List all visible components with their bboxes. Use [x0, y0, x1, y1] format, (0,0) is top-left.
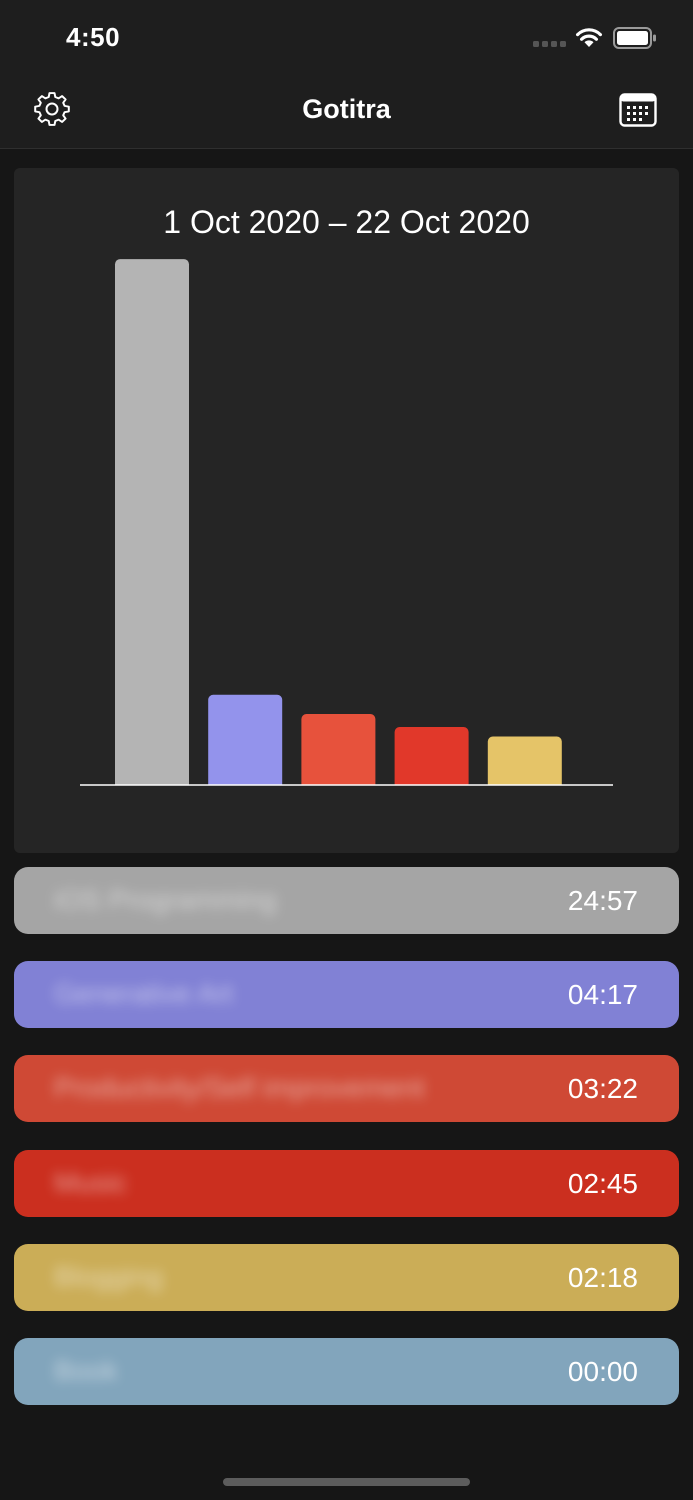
category-time: 02:45	[567, 1168, 638, 1199]
category-time: 04:17	[567, 979, 638, 1010]
app-title: Gotitra	[302, 94, 391, 124]
category-name: Music	[54, 1167, 128, 1198]
category-name: Blogging	[54, 1261, 163, 1292]
wifi-icon	[576, 28, 602, 47]
chart-bar	[115, 259, 189, 790]
category-time: 24:57	[567, 885, 638, 916]
home-indicator	[223, 1478, 470, 1486]
battery-icon	[613, 27, 656, 49]
chart-card: 1 Oct 2020 – 22 Oct 2020	[14, 168, 679, 853]
category-row[interactable]: Music 02:45	[14, 1150, 679, 1217]
category-time: 00:00	[567, 1356, 638, 1387]
calendar-button[interactable]	[619, 93, 657, 127]
signal-icon	[533, 41, 566, 47]
category-time: 03:22	[567, 1073, 638, 1104]
navigation-bar: Gotitra	[0, 80, 693, 149]
chart-bar	[394, 727, 469, 789]
calendar-icon	[619, 93, 657, 127]
category-row[interactable]: Generative Art 04:17	[14, 961, 679, 1028]
category-time: 02:18	[567, 1262, 638, 1293]
category-row[interactable]: Book 00:00	[14, 1338, 679, 1405]
baseline-mask	[74, 785, 634, 793]
category-name: Book	[54, 1355, 118, 1386]
category-name: Productivity/Self improvement	[54, 1072, 425, 1103]
category-row[interactable]: iOS Programming 24:57	[14, 867, 679, 934]
category-row[interactable]: Productivity/Self improvement 03:22	[14, 1055, 679, 1122]
category-name: Generative Art	[54, 978, 233, 1009]
bar-chart	[74, 259, 634, 793]
chart-bar	[301, 714, 376, 789]
chart-bar	[208, 694, 283, 789]
category-row[interactable]: Blogging 02:18	[14, 1244, 679, 1311]
status-bar: 4:50	[0, 0, 693, 80]
category-name: iOS Programming	[54, 884, 277, 915]
chart-bar	[487, 736, 562, 789]
status-time: 4:50	[66, 22, 121, 52]
